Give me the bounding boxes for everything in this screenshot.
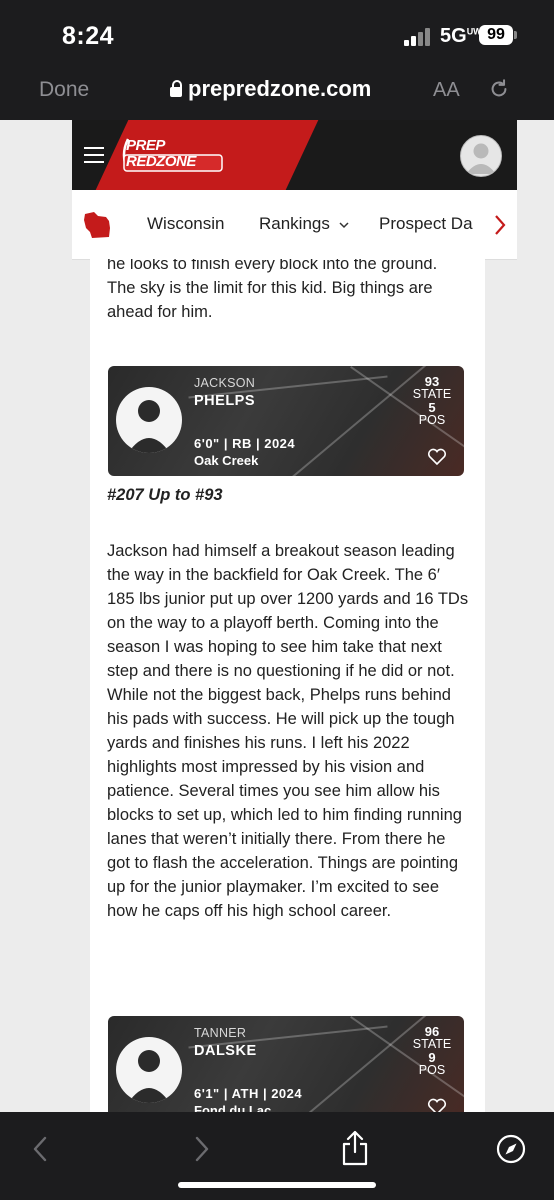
home-indicator [178,1182,376,1188]
player-last-name[interactable]: DALSKE [194,1043,257,1059]
player-photo [116,1037,182,1103]
state-rank-label: STATE [412,387,452,401]
player-rankings: 93 STATE 5 POS [408,375,456,427]
chevron-right-icon[interactable] [484,208,517,242]
pos-rank-label: POS [418,413,446,427]
battery-icon: 99 [479,25,517,45]
article-intro-text: he looks to finish every block into the … [107,259,438,321]
menu-icon[interactable] [84,147,104,163]
player-school: Fond du Lac [194,1103,272,1112]
pos-rank-label: POS [418,1063,446,1077]
url-text: prepredzone.com [188,76,372,101]
cellular-signal-icon [404,28,434,46]
player-card[interactable]: JACKSON PHELPS 6'0" | RB | 2024 Oak Cree… [108,366,464,476]
heart-icon[interactable] [427,1098,447,1112]
reload-icon[interactable] [488,78,510,100]
nav-wisconsin[interactable]: Wisconsin [147,214,224,234]
article-body-text: Jackson had himself a breakout season le… [107,542,469,920]
network-type: 5GUW [440,25,482,47]
address-field[interactable]: prepredzone.com [170,76,371,102]
player-first-name: JACKSON [194,376,256,390]
text-size-button[interactable]: AA [433,79,460,102]
player-info: 6'0" | RB | 2024 [194,436,296,451]
forward-icon[interactable] [186,1134,216,1164]
done-button[interactable]: Done [39,78,89,102]
heart-icon[interactable] [427,448,447,466]
compass-icon[interactable] [496,1134,526,1164]
state-nav-bar: Wisconsin Rankings Prospect Da [72,190,517,260]
state-rank-label: STATE [412,1037,452,1051]
lock-icon [170,80,182,97]
wisconsin-state-icon[interactable] [82,208,116,242]
chevron-down-icon [339,222,349,229]
player-photo [116,387,182,453]
web-page: PREP REDZONE Wisconsin Rankings Prospect… [0,120,554,1112]
article-content: he looks to finish every block into the … [90,259,485,1112]
player-rankings: 96 STATE 9 POS [408,1025,456,1077]
status-bar: 8:24 5GUW 99 [0,0,554,64]
nav-rankings[interactable]: Rankings [259,214,349,234]
player-last-name[interactable]: PHELPS [194,393,255,409]
status-time: 8:24 [62,22,115,50]
site-logo[interactable]: PREP REDZONE [120,137,224,173]
player-first-name: TANNER [194,1026,247,1040]
player-card[interactable]: TANNER DALSKE 6'1" | ATH | 2024 Fond du … [108,1016,464,1112]
player-info: 6'1" | ATH | 2024 [194,1086,303,1101]
back-icon[interactable] [26,1134,56,1164]
account-avatar-icon[interactable] [460,135,502,177]
site-header: PREP REDZONE [72,120,517,190]
nav-prospect-database[interactable]: Prospect Da [379,214,473,234]
share-icon[interactable] [340,1130,370,1166]
player-school: Oak Creek [194,453,259,468]
rank-change-heading: #207 Up to #93 [107,486,223,504]
browser-url-bar: Done prepredzone.com AA [0,64,554,120]
